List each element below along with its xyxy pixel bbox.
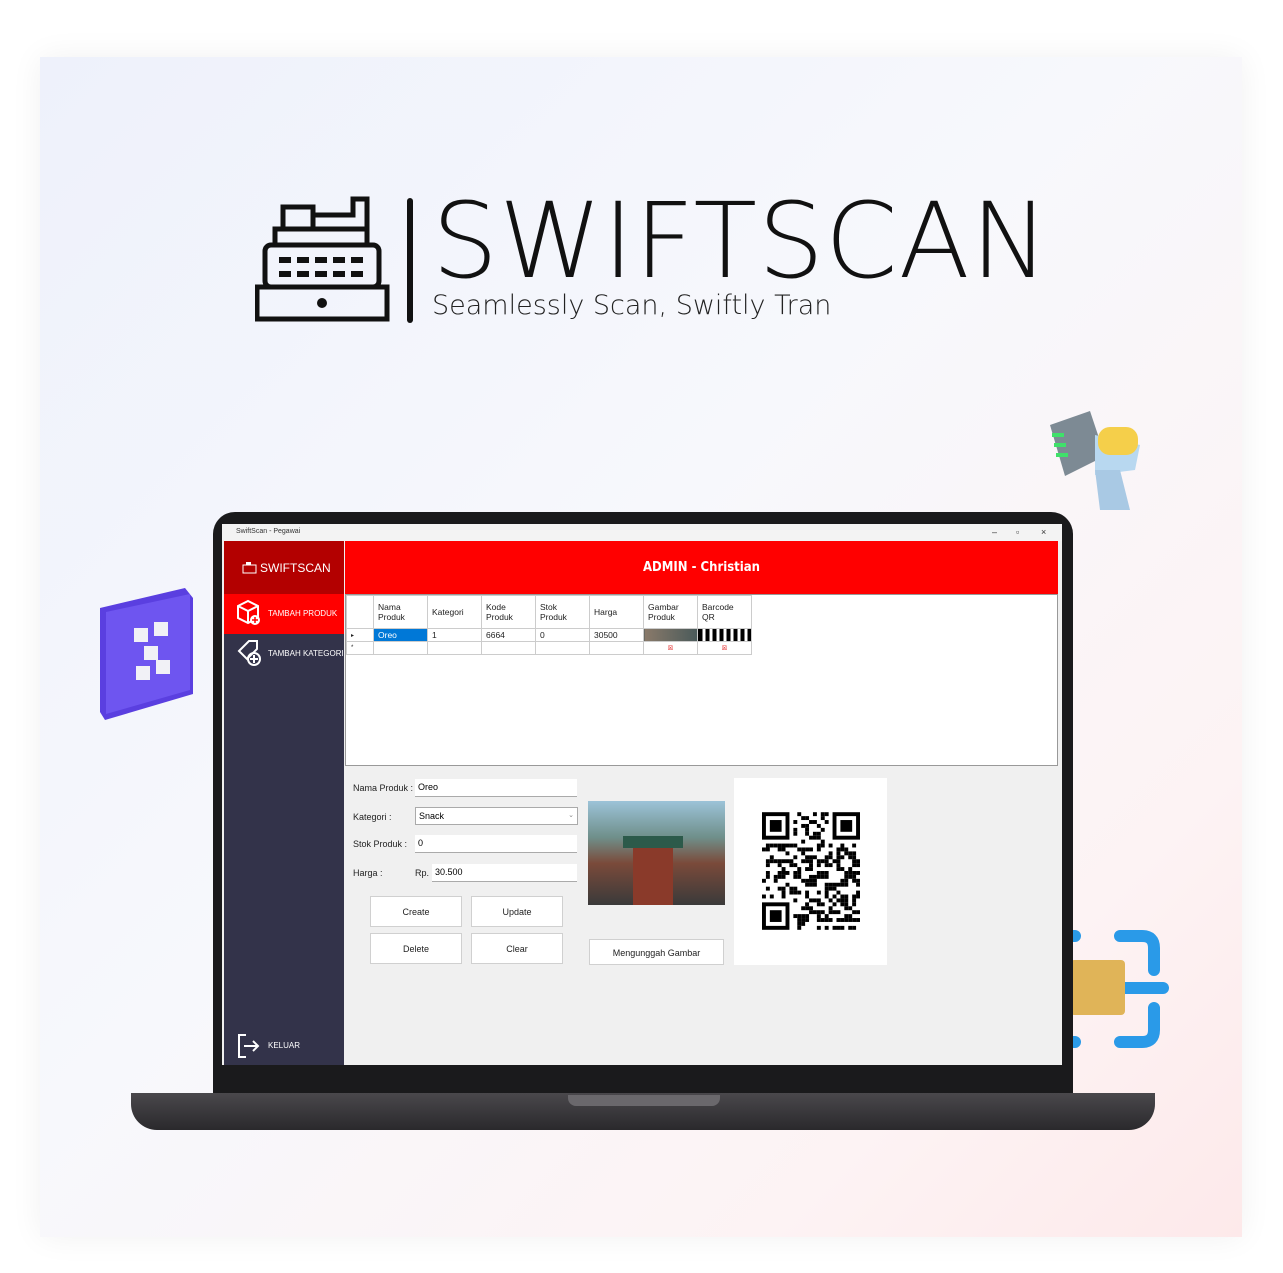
restore-button[interactable]: ▫ <box>1016 527 1019 537</box>
cell[interactable]: 1 <box>427 628 482 642</box>
close-button[interactable]: × <box>1041 527 1046 537</box>
col-kategori[interactable]: Kategori <box>427 595 482 629</box>
laptop-groove <box>568 1095 720 1106</box>
product-table: Nama Produk Kategori Kode Produk Stok Pr… <box>345 594 1058 766</box>
app-window: SwiftScan - Pegawai – ▫ × SWIFTSCAN TAMB… <box>222 524 1062 1065</box>
box-add-icon <box>237 599 260 625</box>
table-row[interactable]: ▸ Oreo 1 6664 0 30500 <box>346 628 752 642</box>
harga-label: Harga : <box>353 868 383 878</box>
clear-button[interactable]: Clear <box>471 933 563 964</box>
col-stok[interactable]: Stok Produk <box>535 595 590 629</box>
cash-register-icon <box>242 562 257 574</box>
logout-button[interactable]: KELUAR <box>268 1041 300 1050</box>
create-button[interactable]: Create <box>370 896 462 927</box>
kategori-value: Snack <box>419 811 445 821</box>
window-title: SwiftScan - Pegawai <box>236 528 301 535</box>
update-button[interactable]: Update <box>471 896 563 927</box>
kategori-label: Kategori : <box>353 812 392 822</box>
table-header: Nama Produk Kategori Kode Produk Stok Pr… <box>346 595 752 629</box>
broken-image-icon: ☒ <box>643 641 698 655</box>
cell[interactable]: Oreo <box>373 628 428 642</box>
nav-label: TAMBAH PRODUK <box>268 609 338 618</box>
tag-add-icon <box>237 640 261 666</box>
cell-qr-thumb[interactable] <box>697 628 752 642</box>
qr-code-image <box>762 812 860 930</box>
cash-register-icon <box>255 196 390 322</box>
logout-icon[interactable] <box>236 1033 260 1059</box>
header-bar: ADMIN - Christian <box>345 541 1058 594</box>
harga-input[interactable]: 30.500 <box>432 864 577 882</box>
cell[interactable]: 30500 <box>589 628 644 642</box>
col-gambar[interactable]: Gambar Produk <box>643 595 698 629</box>
qr-cube-icon <box>100 588 193 720</box>
col-barcode[interactable]: Barcode QR <box>697 595 752 629</box>
nama-label: Nama Produk : <box>353 783 414 793</box>
currency-label: Rp. <box>415 868 430 878</box>
stok-produk-input[interactable]: 0 <box>415 835 577 853</box>
brand-tagline: Seamlessly Scan, Swiftly Tran <box>432 290 832 321</box>
nama-produk-input[interactable]: Oreo <box>415 779 577 797</box>
qr-code-panel <box>734 778 887 965</box>
kategori-select[interactable]: Snack ⌄ <box>415 807 578 825</box>
logo-text: SWIFTSCAN <box>260 561 331 575</box>
chevron-down-icon: ⌄ <box>568 812 574 819</box>
col-harga[interactable]: Harga <box>589 595 644 629</box>
sidebar: SWIFTSCAN TAMBAH PRODUK TAMBAH KATEGORI … <box>224 541 344 1065</box>
product-image <box>588 801 725 905</box>
col-kode[interactable]: Kode Produk <box>481 595 536 629</box>
header-title: ADMIN - Christian <box>643 560 760 575</box>
delete-button[interactable]: Delete <box>370 933 462 964</box>
divider <box>407 198 413 323</box>
upload-image-button[interactable]: Mengunggah Gambar <box>589 939 724 965</box>
broken-image-icon: ☒ <box>697 641 752 655</box>
nav-label: TAMBAH KATEGORI <box>268 649 344 658</box>
brand-title: SWIFTSCAN <box>432 180 1050 302</box>
cell[interactable]: 0 <box>535 628 590 642</box>
title-bar: SwiftScan - Pegawai <box>222 524 1062 541</box>
stok-label: Stok Produk : <box>353 839 408 849</box>
minimize-button[interactable]: – <box>992 527 997 537</box>
cell-image-thumb[interactable] <box>643 628 698 642</box>
table-row-new[interactable]: * ☒ ☒ <box>346 641 752 655</box>
col-nama[interactable]: Nama Produk <box>373 595 428 629</box>
barcode-scanner-icon <box>1050 411 1140 510</box>
cell[interactable]: 6664 <box>481 628 536 642</box>
